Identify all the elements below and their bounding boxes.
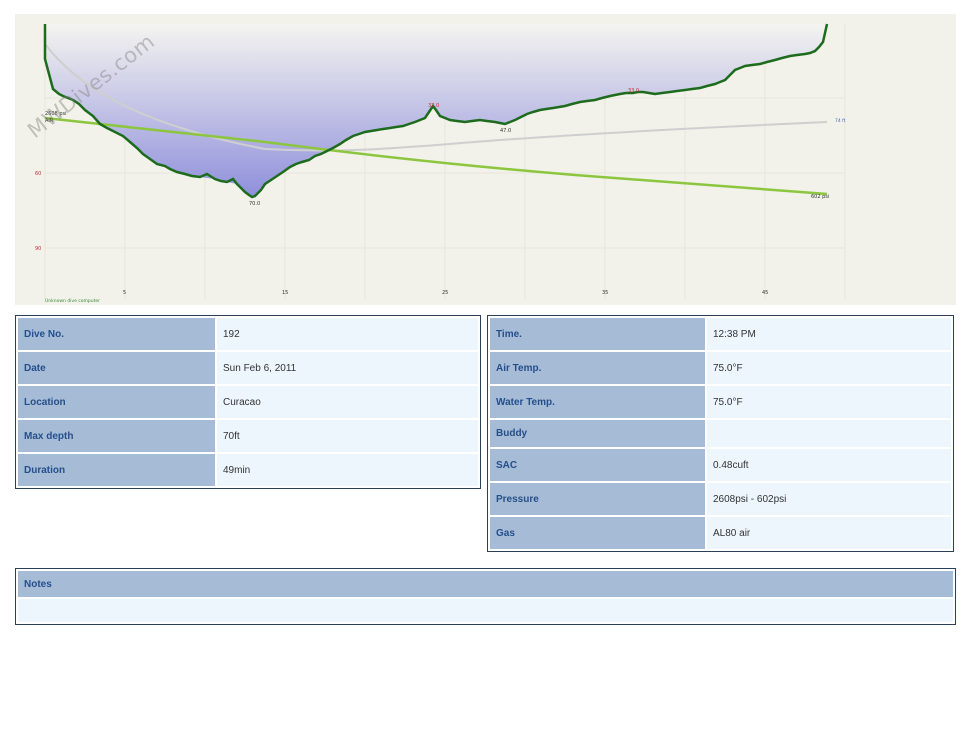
table-row: Buddy: [490, 420, 951, 447]
date-label: Date: [18, 352, 215, 384]
pressure-label: Pressure: [490, 483, 705, 515]
dive-info-table: Dive No. 192 Date Sun Feb 6, 2011 Locati…: [15, 315, 481, 489]
table-row: Date Sun Feb 6, 2011: [18, 352, 478, 384]
location-label: Location: [18, 386, 215, 418]
notes-label: Notes: [18, 571, 953, 597]
table-row: Air Temp. 75.0°F: [490, 352, 951, 384]
table-row: Location Curacao: [18, 386, 478, 418]
time-tick-label: 15: [282, 290, 288, 296]
depth-marker: 33.0: [628, 88, 639, 94]
time-tick-label: 25: [442, 290, 448, 296]
table-row: Pressure 2608psi - 602psi: [490, 483, 951, 515]
temperature-end-label: 74 ft: [835, 118, 846, 124]
max-depth-marker: 70.0: [249, 201, 260, 207]
table-row: Gas AL80 air: [490, 517, 951, 549]
notes-value: [18, 599, 953, 622]
table-row: Water Temp. 75.0°F: [490, 386, 951, 418]
gas-label: Gas: [490, 517, 705, 549]
gas-value: AL80 air: [707, 517, 951, 549]
time-value: 12:38 PM: [707, 318, 951, 350]
max-depth-value: 70ft: [217, 420, 478, 452]
time-tick-label: 5: [123, 290, 126, 296]
buddy-value: [707, 420, 951, 447]
duration-label: Duration: [18, 454, 215, 486]
table-row: Notes: [18, 571, 953, 597]
depth-marker: 47.0: [500, 128, 511, 134]
max-depth-label: Max depth: [18, 420, 215, 452]
pressure-value: 2608psi - 602psi: [707, 483, 951, 515]
dive-profile-chart: 2608 psi AIR 602 psi 74 ft 70.0 37.0 47.…: [15, 14, 956, 305]
depth-marker: 37.0: [428, 103, 439, 109]
table-row: Duration 49min: [18, 454, 478, 486]
air-temp-label: Air Temp.: [490, 352, 705, 384]
buddy-label: Buddy: [490, 420, 705, 447]
water-temp-label: Water Temp.: [490, 386, 705, 418]
end-pressure-label: 602 psi: [811, 194, 829, 200]
date-value: Sun Feb 6, 2011: [217, 352, 478, 384]
dive-conditions-table: Time. 12:38 PM Air Temp. 75.0°F Water Te…: [487, 315, 954, 552]
time-tick-label: 35: [602, 290, 608, 296]
duration-value: 49min: [217, 454, 478, 486]
depth-tick-label: 90: [35, 246, 41, 252]
table-row: [18, 599, 953, 622]
dive-number-value: 192: [217, 318, 478, 350]
water-temp-value: 75.0°F: [707, 386, 951, 418]
location-value: Curacao: [217, 386, 478, 418]
table-row: Dive No. 192: [18, 318, 478, 350]
dive-computer-label: Unknown dive computer: [45, 298, 100, 304]
table-row: Max depth 70ft: [18, 420, 478, 452]
air-temp-value: 75.0°F: [707, 352, 951, 384]
sac-value: 0.48cuft: [707, 449, 951, 481]
depth-tick-label: 60: [35, 171, 41, 177]
time-tick-label: 45: [762, 290, 768, 296]
dive-number-label: Dive No.: [18, 318, 215, 350]
table-row: Time. 12:38 PM: [490, 318, 951, 350]
time-label: Time.: [490, 318, 705, 350]
notes-table: Notes: [15, 568, 956, 625]
sac-label: SAC: [490, 449, 705, 481]
table-row: SAC 0.48cuft: [490, 449, 951, 481]
dive-profile-svg: 2608 psi AIR 602 psi 74 ft 70.0 37.0 47.…: [35, 23, 846, 304]
